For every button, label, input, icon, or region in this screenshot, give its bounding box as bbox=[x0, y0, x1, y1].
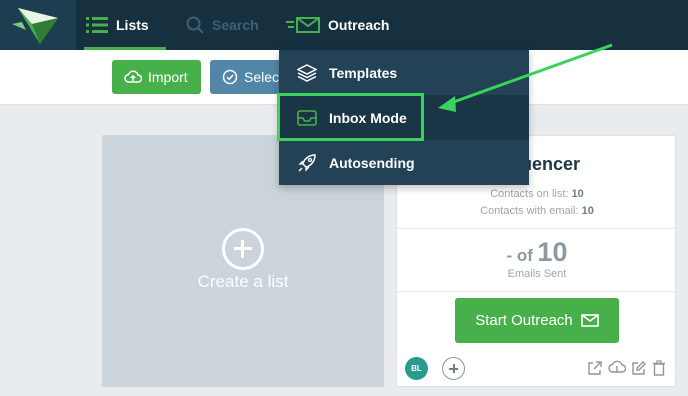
layers-icon bbox=[297, 63, 317, 82]
emails-sent-prefix: - of bbox=[506, 246, 533, 265]
rocket-icon bbox=[298, 153, 316, 172]
menu-item-templates[interactable]: Templates bbox=[279, 50, 529, 95]
start-outreach-label: Start Outreach bbox=[475, 312, 573, 329]
nav-lists[interactable]: Lists bbox=[84, 0, 166, 50]
card-divider bbox=[397, 228, 675, 229]
trash-icon[interactable] bbox=[652, 360, 666, 378]
top-navbar: Lists Search Outreach bbox=[0, 0, 688, 50]
cloud-upload-icon bbox=[124, 70, 142, 83]
card-divider bbox=[397, 291, 675, 292]
select-button-label: Select bbox=[244, 69, 283, 85]
menu-item-inbox-mode-label: Inbox Mode bbox=[329, 109, 407, 126]
select-button[interactable]: Select bbox=[210, 60, 290, 94]
app-logo[interactable] bbox=[0, 0, 76, 50]
import-button[interactable]: Import bbox=[112, 60, 201, 94]
envelope-logo-icon bbox=[12, 8, 58, 44]
list-icon bbox=[86, 17, 108, 33]
menu-item-inbox-mode[interactable]: Inbox Mode bbox=[279, 95, 529, 140]
nav-search-label: Search bbox=[212, 17, 259, 33]
contacts-on-list: Contacts on list: 10 bbox=[397, 188, 677, 200]
envelope-icon bbox=[580, 314, 599, 327]
add-collaborator-button[interactable] bbox=[442, 357, 465, 380]
plus-circle-icon bbox=[222, 228, 264, 270]
edit-icon[interactable] bbox=[631, 360, 647, 378]
contacts-with-email-label: Contacts with email: bbox=[480, 205, 579, 217]
share-icon[interactable] bbox=[587, 360, 603, 378]
cloud-download-icon[interactable] bbox=[608, 360, 626, 378]
create-list-label: Create a list bbox=[197, 272, 289, 291]
emails-sent-total: 10 bbox=[537, 237, 568, 267]
envelope-speed-icon bbox=[286, 17, 320, 33]
card-actions bbox=[587, 360, 666, 378]
nav-outreach[interactable]: Outreach bbox=[286, 0, 426, 50]
start-outreach-button[interactable]: Start Outreach bbox=[455, 298, 619, 343]
search-icon bbox=[186, 16, 204, 34]
emails-sent-count: - of 10 bbox=[397, 237, 677, 268]
contacts-on-list-label: Contacts on list: bbox=[490, 188, 569, 200]
nav-outreach-label: Outreach bbox=[328, 17, 390, 33]
outreach-dropdown: Templates Inbox Mode Autosending bbox=[279, 50, 529, 185]
menu-item-templates-label: Templates bbox=[329, 64, 398, 81]
menu-item-autosending-label: Autosending bbox=[329, 154, 415, 171]
contacts-with-email-value: 10 bbox=[581, 205, 594, 217]
inbox-icon bbox=[297, 109, 317, 126]
menu-item-autosending[interactable]: Autosending bbox=[279, 140, 529, 185]
emails-sent-label: Emails Sent bbox=[507, 268, 567, 280]
nav-lists-label: Lists bbox=[116, 17, 149, 33]
contacts-with-email: Contacts with email: 10 bbox=[397, 205, 677, 217]
nav-search[interactable]: Search bbox=[186, 0, 266, 50]
contacts-on-list-value: 10 bbox=[571, 188, 584, 200]
avatar[interactable]: BL bbox=[405, 357, 428, 380]
import-button-label: Import bbox=[148, 69, 188, 85]
check-circle-icon bbox=[222, 69, 238, 85]
